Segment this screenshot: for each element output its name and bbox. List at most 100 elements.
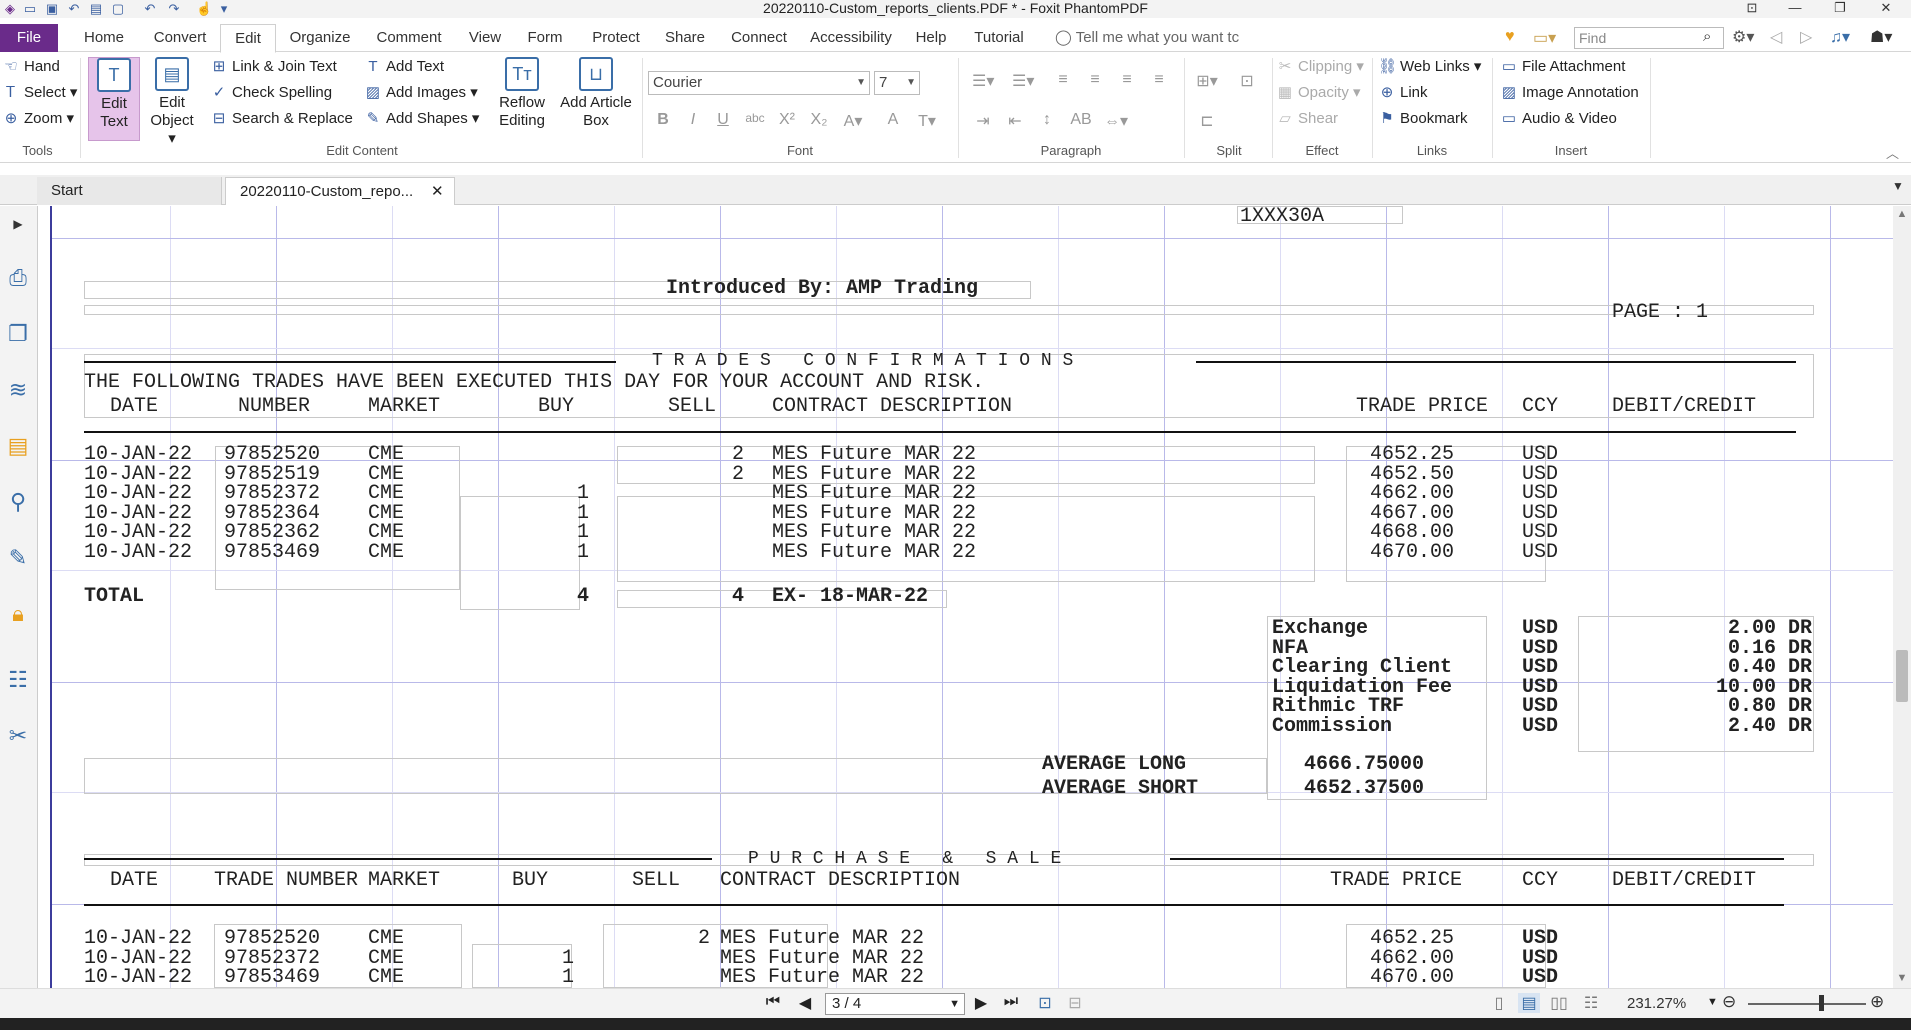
tabs-menu-icon[interactable]: ▼ <box>1892 179 1904 193</box>
zoom-out-icon[interactable]: ⊖ <box>1722 992 1736 1012</box>
zoom-in-icon[interactable]: ⊕ <box>1870 992 1884 1012</box>
layers-panel-icon[interactable]: ≋ <box>4 376 32 404</box>
align-left-icon[interactable]: ≡ <box>1052 71 1074 89</box>
align-right-icon[interactable]: ≡ <box>1116 71 1138 89</box>
zoom-slider-track[interactable] <box>1748 1003 1866 1005</box>
feedback-icon[interactable]: ♥ <box>1505 28 1515 46</box>
opacity-button[interactable]: ▦ Opacity ▾ <box>1276 83 1361 103</box>
page-number-input[interactable]: 3 / 4 ▼ <box>825 993 965 1015</box>
gear-icon[interactable]: ⚙▾ <box>1732 27 1754 47</box>
bold-icon[interactable]: B <box>652 111 674 129</box>
facing-page-icon[interactable]: ▯▯ <box>1548 993 1570 1013</box>
line-spacing-icon[interactable]: ↕ <box>1036 111 1058 129</box>
folder-search-icon[interactable]: ▭▾ <box>1533 28 1556 48</box>
add-text-button[interactable]: T Add Text <box>364 57 444 77</box>
forward-icon[interactable]: ▷ <box>1800 27 1812 47</box>
search-replace-button[interactable]: ⊟ Search & Replace <box>210 109 353 129</box>
text-format-icon[interactable]: T▾ <box>916 111 938 131</box>
previous-page-icon[interactable]: ◀ <box>794 993 816 1013</box>
add-article-box-button[interactable]: ⊔ Add Article Box <box>558 57 634 130</box>
align-center-icon[interactable]: ≡ <box>1084 71 1106 89</box>
tab-convert[interactable]: Convert <box>145 24 215 52</box>
tab-form[interactable]: Form <box>520 24 570 52</box>
zoom-dropdown-icon[interactable]: ▼ <box>1707 996 1718 1008</box>
minimize-button[interactable]: — <box>1775 0 1815 18</box>
search-icon[interactable]: ⌕ <box>1703 28 1711 45</box>
tab-view[interactable]: View <box>462 24 508 52</box>
audio-video-button[interactable]: ▭ Audio & Video <box>1500 109 1617 129</box>
italic-icon[interactable]: I <box>682 111 704 129</box>
tab-document[interactable]: 20220110-Custom_repo... ✕ <box>225 177 455 205</box>
tell-me-search[interactable]: ◯ Tell me what you want tc <box>1055 24 1239 52</box>
comments-panel-icon[interactable]: ▤ <box>4 432 32 460</box>
edit-text-button[interactable]: T Edit Text <box>88 57 140 141</box>
close-button[interactable]: ✕ <box>1866 0 1906 18</box>
scroll-down-icon[interactable]: ▼ <box>1895 972 1909 984</box>
tab-start[interactable]: Start <box>37 177 222 205</box>
last-page-icon[interactable]: ⏭ <box>1000 993 1022 1011</box>
security-panel-icon[interactable]: 🔒︎ <box>4 600 32 628</box>
font-color-icon[interactable]: A▾ <box>842 111 864 131</box>
underline-icon[interactable]: U <box>712 111 734 129</box>
text-style-icon[interactable]: A <box>882 111 904 129</box>
hand-tool[interactable]: ☜ Hand <box>2 57 60 77</box>
content-panel-icon[interactable]: ☷ <box>4 666 32 694</box>
maximize-button[interactable]: ❐ <box>1820 0 1860 18</box>
scroll-thumb[interactable] <box>1896 650 1908 702</box>
numbered-list-icon[interactable]: ☰▾ <box>1012 71 1034 91</box>
next-page-icon[interactable]: ▶ <box>970 993 992 1013</box>
zoom-tool[interactable]: ⊕ Zoom ▾ <box>2 109 74 129</box>
signatures-panel-icon[interactable]: ✎ <box>4 544 32 572</box>
notification-icon[interactable]: ♫▾ <box>1830 27 1850 47</box>
zoom-slider-thumb[interactable] <box>1819 995 1824 1011</box>
tab-edit[interactable]: Edit <box>220 24 276 53</box>
split-layout-icon[interactable]: ⊏ <box>1196 111 1218 131</box>
file-attachment-button[interactable]: ▭ File Attachment <box>1500 57 1625 77</box>
vertical-scrollbar[interactable]: ▲ ▼ <box>1893 206 1911 988</box>
continuous-facing-icon[interactable]: ☷ <box>1580 993 1602 1013</box>
restore-ribbon-icon[interactable]: ⊡ <box>1732 0 1772 18</box>
split-icon[interactable]: ⊞▾ <box>1196 71 1218 91</box>
superscript-icon[interactable]: X² <box>776 111 798 129</box>
link-join-text-button[interactable]: ⊞ Link & Join Text <box>210 57 337 77</box>
reflow-editing-button[interactable]: Tт Reflow Editing <box>496 57 548 130</box>
strikethrough-icon[interactable]: abc <box>744 111 766 125</box>
bookmark-button[interactable]: ⚑ Bookmark <box>1378 109 1467 129</box>
find-input[interactable]: Find <box>1574 27 1724 49</box>
fit-page-icon[interactable]: ⊡ <box>1034 993 1056 1013</box>
clipping-button[interactable]: ✂ Clipping ▾ <box>1276 57 1364 77</box>
bullet-list-icon[interactable]: ☰▾ <box>972 71 994 91</box>
zoom-level[interactable]: 231.27% <box>1627 995 1686 1012</box>
edit-object-button[interactable]: ▤ Edit Object ▾ <box>146 57 198 148</box>
tab-home[interactable]: Home <box>73 24 135 52</box>
fit-width-icon[interactable]: ⊟ <box>1064 993 1086 1013</box>
check-spelling-button[interactable]: ✓ Check Spelling <box>210 83 332 103</box>
justify-icon[interactable]: ≡ <box>1148 71 1170 89</box>
font-family-select[interactable]: Courier ▼ <box>648 71 870 95</box>
user-icon[interactable]: ☗▾ <box>1870 27 1892 47</box>
subscript-icon[interactable]: X₂ <box>808 111 830 129</box>
image-annotation-button[interactable]: ▨ Image Annotation <box>1500 83 1639 103</box>
scroll-up-icon[interactable]: ▲ <box>1895 208 1909 220</box>
collapse-ribbon-icon[interactable]: ︿ <box>1886 143 1899 162</box>
add-shapes-button[interactable]: ✎ Add Shapes ▾ <box>364 109 480 129</box>
tab-tutorial[interactable]: Tutorial <box>968 24 1030 52</box>
tools-panel-icon[interactable]: ✂ <box>4 722 32 750</box>
web-links-button[interactable]: ⛓ Web Links ▾ <box>1378 57 1481 77</box>
outdent-icon[interactable]: ⇤ <box>1004 111 1026 131</box>
close-tab-icon[interactable]: ✕ <box>431 178 444 206</box>
continuous-page-icon[interactable]: ▤ <box>1518 993 1540 1013</box>
join-icon[interactable]: ⊡ <box>1236 71 1258 91</box>
indent-icon[interactable]: ⇥ <box>972 111 994 131</box>
pages-panel-icon[interactable]: ❐ <box>4 320 32 348</box>
tab-file[interactable]: File <box>0 24 58 52</box>
tab-protect[interactable]: Protect <box>584 24 648 52</box>
tab-connect[interactable]: Connect <box>724 24 794 52</box>
tab-help[interactable]: Help <box>908 24 954 52</box>
attachments-panel-icon[interactable]: ⚲ <box>4 488 32 516</box>
character-spacing-icon[interactable]: AB <box>1070 111 1092 129</box>
single-page-icon[interactable]: ▯ <box>1488 993 1510 1013</box>
tab-organize[interactable]: Organize <box>285 24 355 52</box>
add-images-button[interactable]: ▨ Add Images ▾ <box>364 83 478 103</box>
select-tool[interactable]: Ꭲ Select ▾ <box>2 83 77 103</box>
